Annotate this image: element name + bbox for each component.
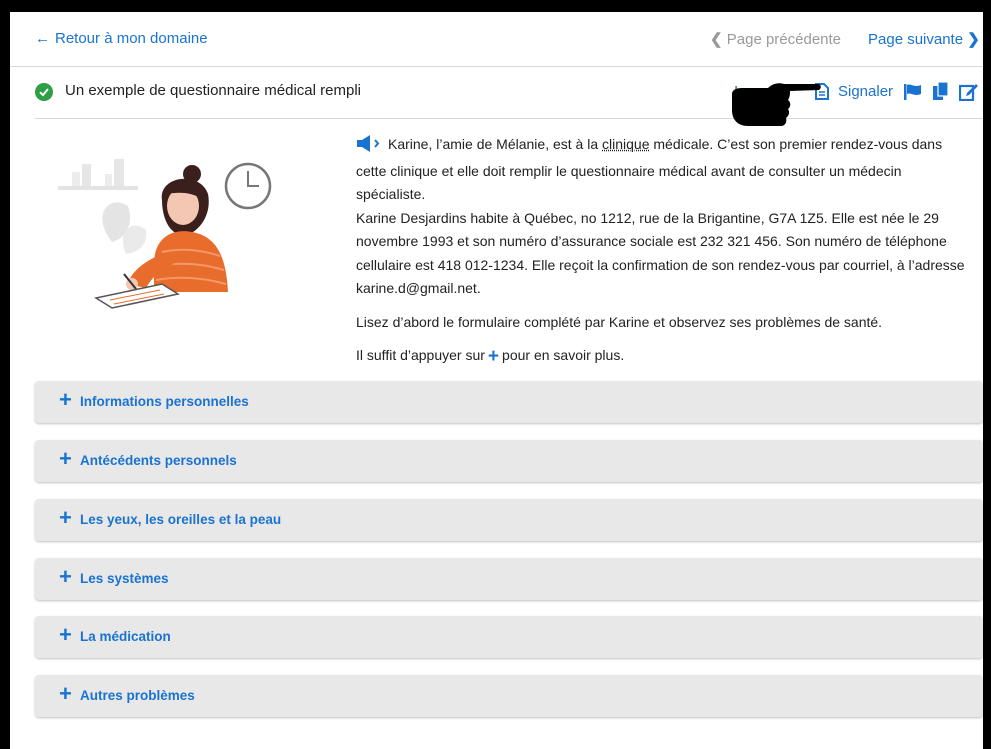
check-circle-icon (35, 83, 53, 101)
intro-text-start: Karine, l’amie de Mélanie, est à la (388, 136, 602, 152)
accordion-yeux-oreilles-peau[interactable]: + Les yeux, les oreilles et la peau (35, 499, 983, 541)
plus-icon: + (487, 346, 500, 367)
chevron-left-icon: ❮ (710, 31, 723, 48)
glossary-word-clinique[interactable]: clinique (602, 136, 649, 152)
accordion-label: Autres problèmes (80, 688, 195, 703)
arrow-left-icon: ← (35, 30, 50, 47)
accordion-la-medication[interactable]: + La médication (35, 616, 983, 658)
woman-writing-illustration (50, 134, 280, 314)
plus-icon: + (59, 564, 72, 589)
edit-icon[interactable] (958, 82, 979, 106)
intro-text: Karine, l’amie de Mélanie, est à la clin… (356, 133, 968, 369)
plus-icon: + (59, 505, 72, 530)
accordion-label: La médication (80, 629, 171, 644)
plus-icon: + (59, 681, 72, 706)
pointing-hand-icon (728, 80, 822, 135)
accordion-label: Les systèmes (80, 571, 169, 586)
plus-icon: + (59, 622, 72, 647)
accordion-les-systemes[interactable]: + Les systèmes (35, 558, 983, 600)
top-navigation: ← Retour à mon domaine ❮ Page précédente … (10, 12, 983, 67)
accordion-informations-personnelles[interactable]: + Informations personnelles (35, 381, 983, 423)
back-to-domain-link[interactable]: ← Retour à mon domaine (35, 30, 208, 47)
plus-icon: + (59, 446, 72, 471)
next-page-label: Page suivante (868, 31, 964, 48)
title-row: Un exemple de questionnaire médical remp… (35, 66, 983, 119)
intro-instruction-start: Il suffit d’appuyer sur (356, 347, 485, 363)
intro-details: Karine Desjardins habite à Québec, no 12… (356, 209, 965, 297)
plus-icon: + (59, 387, 72, 412)
page-title: Un exemple de questionnaire médical remp… (65, 82, 361, 99)
report-link[interactable]: Signaler (838, 83, 893, 100)
chevron-right-icon: ❯ (967, 31, 980, 48)
next-page-link[interactable]: Page suivante ❯ (868, 30, 980, 48)
intro-paragraph-1: Karine, l’amie de Mélanie, est à la clin… (356, 133, 968, 301)
previous-page-link[interactable]: ❮ Page précédente (710, 30, 841, 48)
accordion-label: Les yeux, les oreilles et la peau (80, 512, 282, 527)
accordion-antecedents-personnels[interactable]: + Antécédents personnels (35, 440, 983, 482)
accordion-label: Informations personnelles (80, 394, 249, 409)
intro-paragraph-3: Il suffit d’appuyer sur + pour en savoir p… (356, 344, 968, 369)
page-frame: ← Retour à mon domaine ❮ Page précédente … (10, 12, 983, 749)
intro-instruction-end: pour en savoir plus. (502, 347, 625, 363)
back-link-label: Retour à mon domaine (55, 30, 208, 47)
accordion-label: Antécédents personnels (80, 453, 237, 468)
accordion-autres-problemes[interactable]: + Autres problèmes (35, 675, 983, 717)
intro-paragraph-2: Lisez d’abord le formulaire complété par… (356, 313, 883, 330)
flag-icon[interactable] (904, 84, 922, 105)
copy-icon[interactable] (933, 81, 949, 106)
previous-page-label: Page précédente (726, 31, 842, 48)
speaker-icon[interactable] (356, 135, 382, 160)
